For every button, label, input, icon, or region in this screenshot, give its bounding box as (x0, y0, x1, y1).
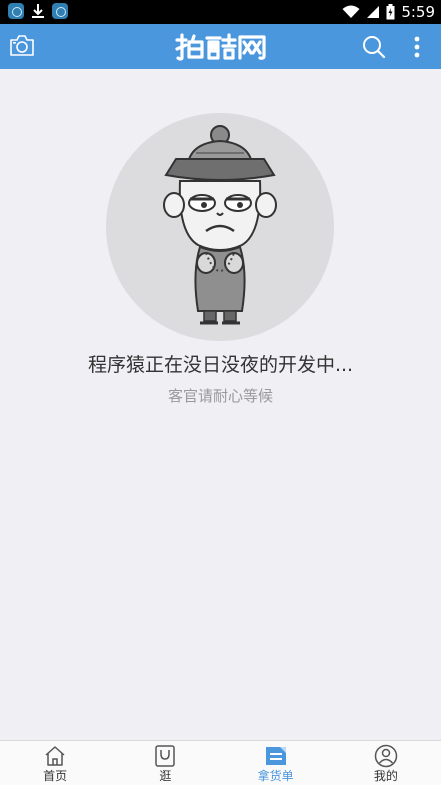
battery-icon (386, 4, 395, 20)
app-bar (0, 24, 441, 69)
tab-label: 首页 (43, 769, 68, 783)
list-icon (264, 744, 288, 768)
bag-icon (153, 744, 177, 768)
tab-order-list[interactable]: 拿货单 (221, 741, 331, 785)
signal-icon (366, 5, 380, 19)
tab-home[interactable]: 首页 (0, 741, 110, 785)
empty-state-subtitle: 客官请耐心等候 (167, 387, 273, 405)
status-bar: 5:59 (0, 0, 441, 24)
wifi-icon (342, 5, 360, 19)
status-bar-right: 5:59 (342, 2, 435, 22)
camera-button[interactable] (8, 33, 36, 59)
search-button[interactable] (361, 34, 387, 60)
tab-label: 拿货单 (257, 769, 294, 783)
tab-browse[interactable]: 逛 (110, 741, 220, 785)
app-logo (174, 32, 268, 62)
home-icon (43, 744, 67, 768)
more-button[interactable] (410, 34, 424, 60)
empty-state-title: 程序猿正在没日没夜的开发中... (87, 354, 354, 376)
app-icon (8, 3, 24, 19)
user-icon (374, 744, 398, 768)
camera-icon (10, 35, 34, 56)
more-icon (414, 36, 420, 58)
download-icon (30, 3, 46, 19)
status-time: 5:59 (401, 3, 435, 21)
tab-label: 我的 (373, 769, 398, 783)
empty-state-illustration (106, 113, 334, 341)
search-icon (363, 36, 386, 59)
bottom-tab-bar: 首页 逛 拿货单 我的 (0, 740, 441, 785)
tab-label: 逛 (159, 769, 172, 783)
tab-profile[interactable]: 我的 (331, 741, 441, 785)
status-bar-left (8, 3, 68, 19)
app-icon (52, 3, 68, 19)
